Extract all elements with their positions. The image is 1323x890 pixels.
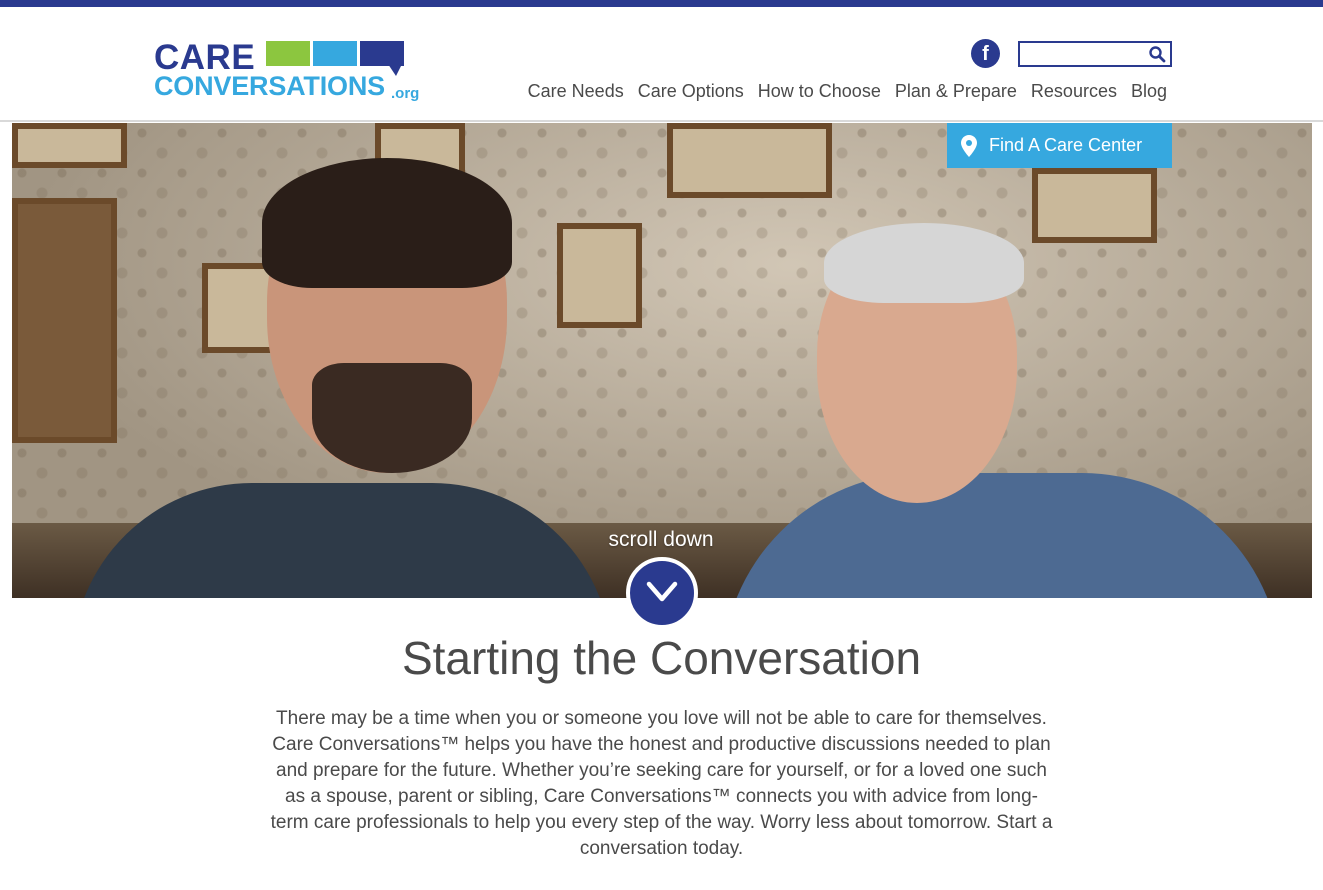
picture-frame: [202, 263, 277, 353]
wall-clock: [12, 198, 117, 443]
search-input[interactable]: [1022, 44, 1148, 64]
picture-frame: [12, 123, 127, 168]
logo-block-green: [266, 41, 310, 66]
logo-speech-bubble-tail: [388, 64, 402, 76]
nav-resources[interactable]: Resources: [1024, 79, 1124, 103]
logo-conversations-text: CONVERSATIONS: [154, 71, 385, 101]
scroll-down-label: scroll down: [608, 528, 714, 551]
young-man-beard: [312, 363, 472, 473]
chevron-down-icon: [646, 581, 678, 602]
facebook-icon[interactable]: f: [971, 39, 1000, 68]
site-logo[interactable]: CARE CONVERSATIONS .org: [154, 40, 424, 106]
site-header: CARE CONVERSATIONS .org f Care Needs Car…: [0, 7, 1323, 122]
nav-care-needs[interactable]: Care Needs: [521, 79, 631, 103]
map-pin-icon: [961, 135, 977, 157]
nav-plan-prepare[interactable]: Plan & Prepare: [888, 79, 1024, 103]
logo-block-blue: [313, 41, 357, 66]
intro-paragraph: There may be a time when you or someone …: [270, 708, 1053, 859]
hero-image: [12, 123, 1312, 598]
search-box: [1018, 41, 1172, 67]
young-man-hair: [262, 158, 512, 288]
find-care-center-label: Find A Care Center: [989, 135, 1143, 155]
picture-frame: [1032, 168, 1157, 243]
logo-care-text: CARE: [154, 38, 256, 77]
scroll-down-button[interactable]: [626, 557, 698, 629]
picture-frame: [667, 123, 832, 198]
main-nav: Care Needs Care Options How to Choose Pl…: [521, 79, 1167, 103]
facebook-glyph: f: [982, 43, 989, 65]
logo-org-text: .org: [391, 85, 420, 102]
nav-care-options[interactable]: Care Options: [631, 79, 751, 103]
logo-speech-bubble: [360, 41, 404, 66]
older-man-hair: [824, 223, 1024, 303]
nav-blog[interactable]: Blog: [1124, 79, 1167, 103]
search-icon[interactable]: [1148, 45, 1166, 63]
picture-frame: [557, 223, 642, 328]
find-care-center-button[interactable]: Find A Care Center: [947, 123, 1172, 168]
nav-how-to-choose[interactable]: How to Choose: [751, 79, 888, 103]
top-accent-bar: [0, 0, 1323, 7]
page-title: Starting the Conversation: [401, 632, 922, 684]
